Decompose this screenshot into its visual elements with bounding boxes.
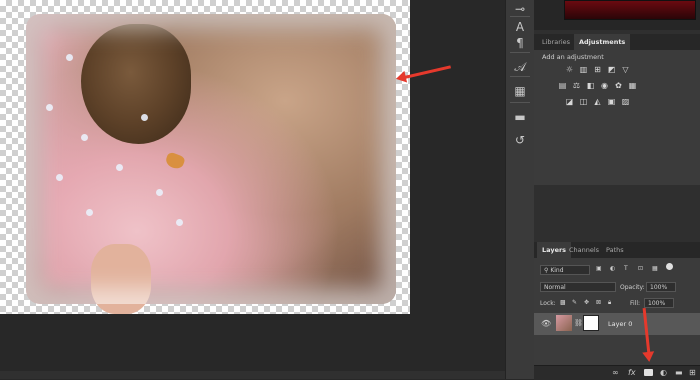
opacity-value: 100% <box>650 284 668 291</box>
photo-layer <box>26 14 396 314</box>
hue-saturation-icon[interactable]: ▤ <box>557 81 568 90</box>
tab-channels[interactable]: Channels <box>564 242 604 258</box>
document-canvas[interactable] <box>0 0 410 314</box>
document-workspace <box>0 0 505 379</box>
threshold-icon[interactable]: ◭ <box>592 97 603 106</box>
lock-position-icon[interactable]: ✥ <box>584 299 589 306</box>
filter-pixel-icon[interactable]: ▣ <box>596 265 602 272</box>
kind-filter-select[interactable]: ⚲ Kind <box>540 265 590 275</box>
visibility-eye-icon[interactable]: 👁︎ <box>541 319 551 328</box>
status-bar <box>0 371 505 379</box>
curves-icon[interactable]: ⊞ <box>592 65 603 74</box>
fx-icon[interactable]: fx <box>628 368 636 377</box>
divider <box>510 76 530 77</box>
tab-libraries[interactable]: Libraries <box>537 34 575 50</box>
layer-name[interactable]: Layer 0 <box>608 320 632 328</box>
right-panel-dock: Libraries Adjustments Add an adjustment … <box>534 0 700 379</box>
add-adjustment-label: Add an adjustment <box>542 53 604 61</box>
table-icon[interactable]: ▦ <box>510 82 530 100</box>
adjustments-tab-bar: Libraries Adjustments <box>534 34 700 51</box>
blend-mode-select[interactable]: Normal <box>540 282 616 292</box>
new-layer-icon[interactable]: ⊞ <box>689 368 696 377</box>
new-group-icon[interactable]: ▬ <box>675 368 683 377</box>
panel-icon-strip: ⊸ A ¶ 𝒜 ▦ ▬ ↺ <box>505 0 535 379</box>
fill-label: Fill: <box>630 300 641 307</box>
glyphs-icon[interactable]: 𝒜 <box>510 58 530 76</box>
link-icon[interactable]: ∞ <box>612 368 619 377</box>
add-mask-icon[interactable] <box>644 369 653 376</box>
fill-field[interactable]: 100% <box>644 298 674 308</box>
tab-adjustments[interactable]: Adjustments <box>574 34 631 50</box>
vibrance-icon[interactable]: ▽ <box>620 65 631 74</box>
color-swatch-area <box>534 0 700 30</box>
history-icon[interactable]: ↺ <box>510 131 530 149</box>
lock-label: Lock: <box>540 300 556 307</box>
posterize-icon[interactable]: ◫ <box>578 97 589 106</box>
color-balance-icon[interactable]: ⚖ <box>571 81 582 90</box>
adjustments-panel: Add an adjustment ☼ ▥ ⊞ ◩ ▽ ▤ ⚖ ◧ ◉ ✿ ▦ … <box>534 50 700 185</box>
opacity-field[interactable]: 100% <box>646 282 676 292</box>
layer-row[interactable]: 👁︎ ⛓︎ Layer 0 <box>534 313 700 335</box>
lock-artboard-icon[interactable]: ⊠ <box>596 299 601 306</box>
exposure-icon[interactable]: ◩ <box>606 65 617 74</box>
filter-toggle[interactable] <box>666 263 673 270</box>
invert-icon[interactable]: ◪ <box>564 97 575 106</box>
mask-link-icon[interactable]: ⛓︎ <box>574 319 583 327</box>
filter-type-icon[interactable]: T <box>624 265 628 272</box>
tab-paths[interactable]: Paths <box>601 242 629 258</box>
divider <box>510 16 530 17</box>
color-lookup-icon[interactable]: ▦ <box>627 81 638 90</box>
gradient-map-icon[interactable]: ▨ <box>620 97 631 106</box>
lock-transparent-icon[interactable]: ▩ <box>560 299 566 306</box>
black-white-icon[interactable]: ◧ <box>585 81 596 90</box>
paragraph-icon[interactable]: ¶ <box>510 34 530 52</box>
levels-icon[interactable]: ▥ <box>578 65 589 74</box>
layer-mask-thumbnail[interactable] <box>583 315 599 331</box>
layers-bottom-bar: ∞ fx ◐ ▬ ⊞ <box>534 365 700 380</box>
divider <box>510 102 530 103</box>
divider <box>510 52 530 53</box>
filter-shape-icon[interactable]: ⊡ <box>638 265 643 272</box>
layer-thumbnail[interactable] <box>556 315 572 331</box>
color-gradient[interactable] <box>564 0 696 20</box>
channel-mixer-icon[interactable]: ✿ <box>613 81 624 90</box>
fill-value: 100% <box>648 300 666 307</box>
selective-color-icon[interactable]: ▣ <box>606 97 617 106</box>
blend-mode-value: Normal <box>544 284 566 291</box>
feather-edge <box>26 14 396 304</box>
brightness-icon[interactable]: ☼ <box>564 65 575 74</box>
lock-image-icon[interactable]: ✎ <box>572 299 577 306</box>
layers-tab-bar: Layers Channels Paths <box>534 242 700 259</box>
filter-smart-object-icon[interactable]: ▦ <box>652 265 658 272</box>
photo-filter-icon[interactable]: ◉ <box>599 81 610 90</box>
lock-all-icon[interactable]: 🔒︎ <box>608 299 611 307</box>
filter-adjustment-icon[interactable]: ◐ <box>610 265 615 272</box>
opacity-label: Opacity: <box>620 284 645 291</box>
adjustment-layer-icon[interactable]: ◐ <box>660 368 667 377</box>
actions-icon[interactable]: ▬ <box>510 108 530 126</box>
kind-filter-label: Kind <box>550 267 564 274</box>
